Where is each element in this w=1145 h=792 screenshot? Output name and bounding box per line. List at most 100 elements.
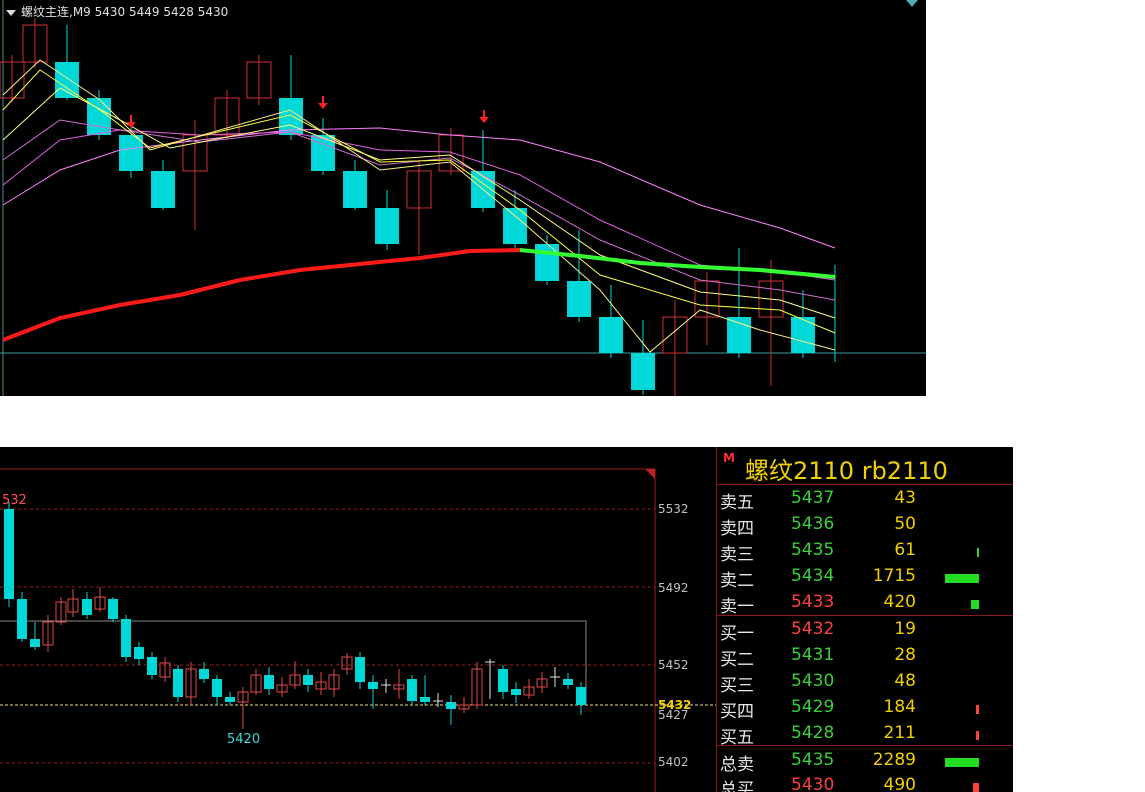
row-price: 5434 [791,566,835,586]
candle-body-down [343,171,367,208]
candle-body-down [303,675,313,685]
candle-body-down [631,353,655,390]
row-price: 5437 [791,488,835,508]
candle-body-down [17,599,27,639]
price-axis-label: 5492 [658,581,689,595]
intraday-chart[interactable]: 5532 5492 5452 5432 5427 5402 532 5420 [0,447,716,792]
candle-body-down [4,509,14,599]
candle-body-down [30,639,40,647]
candle-body-down [498,669,508,692]
instrument-title: 螺纹2110 rb2110 [745,457,948,485]
intraday-canvas[interactable]: 5532549254525432542754025325420 [0,447,716,792]
order-book-row-bids: 买一 5432 19 [717,617,1013,644]
chart-header-text: 螺纹主连,M9 5430 5449 5428 5430 [21,5,229,19]
sell-arrow-icon [479,117,489,123]
order-book-row-asks: 卖五 5437 43 [717,486,1013,513]
candle-body-down [151,171,175,208]
row-volume: 19 [894,619,916,639]
left-edge-price-label: 532 [2,493,27,508]
row-label: 买二 [720,650,754,670]
title-separator [717,484,1013,485]
row-price: 5430 [791,775,835,792]
row-price: 5429 [791,697,835,717]
volume-bar [976,731,979,740]
price-axis-label: 5452 [658,658,689,672]
candle-body-down [199,669,209,679]
kline-canvas[interactable] [0,0,926,396]
candle-body-down [212,679,222,697]
row-price: 5432 [791,619,835,639]
row-volume: 43 [894,488,916,508]
row-label: 总买 [720,780,754,792]
candle-body-down [82,599,92,615]
range-box [0,620,587,705]
candle-body-down [355,657,365,682]
corner-triangle-icon[interactable] [906,0,918,7]
corner-flag-icon [645,469,655,479]
candle-body-down [147,657,157,675]
bids-totals-separator [717,745,1013,746]
dropdown-triangle-icon[interactable] [6,9,16,16]
row-price: 5430 [791,671,835,691]
order-book-row-asks: 卖二 5434 1715 [717,564,1013,591]
candle-body-down [511,689,521,695]
price-axis-label: 5402 [658,755,689,769]
candle-body-down [264,675,274,689]
market-badge: M [723,451,735,465]
row-label: 买四 [720,702,754,722]
row-volume: 50 [894,514,916,534]
row-volume: 184 [883,697,916,717]
candle-body-down [446,702,456,709]
candle-body-down [535,244,559,281]
candle-body-down [173,669,183,697]
row-volume: 420 [883,592,916,612]
sell-arrow-icon [318,103,328,109]
volume-bar [971,600,979,609]
volume-bar [977,548,979,557]
row-label: 卖一 [720,597,754,617]
volume-bar [945,574,979,583]
row-price: 5428 [791,723,835,743]
long-ma-line [2,248,521,342]
order-book-row-totals: 总卖 5435 2289 [717,748,1013,775]
volume-bar [973,783,979,792]
row-volume: 1715 [872,566,916,586]
low-price-label: 5420 [227,732,260,747]
price-axis-label: 5532 [658,502,689,516]
row-label: 买三 [720,676,754,696]
order-book-row-bids: 买二 5431 28 [717,643,1013,670]
candle-body-down [225,697,235,702]
row-label: 总卖 [720,755,754,775]
order-book-row-asks: 卖一 5433 420 [717,590,1013,617]
order-book-row-totals: 总买 5430 490 [717,773,1013,792]
row-label: 卖三 [720,545,754,565]
candle-body-down [121,619,131,657]
chart-header: 螺纹主连,M9 5430 5449 5428 5430 [6,3,228,20]
candle-body-down [567,281,591,317]
order-book-panel: M 螺纹2110 rb2110 卖五 5437 43 卖四 5436 50 卖三 5435 61… [716,447,1013,792]
order-book-row-bids: 买四 5429 184 [717,695,1013,722]
order-book-row-asks: 卖三 5435 61 [717,538,1013,565]
candle-body-down [134,647,144,659]
main-kline-chart[interactable]: 螺纹主连,M9 5430 5449 5428 5430 [0,0,926,396]
candle-body-down [727,317,751,353]
candle-body-down [599,317,623,353]
row-price: 5431 [791,645,835,665]
candle-body-down [407,679,417,701]
candle-body-down [375,208,399,244]
row-volume: 2289 [872,750,916,770]
row-volume: 211 [883,723,916,743]
price-axis-label: 5427 [658,708,689,722]
candle-body-down [563,679,573,685]
row-volume: 48 [894,671,916,691]
order-book-row-bids: 买五 5428 211 [717,721,1013,748]
row-price: 5436 [791,514,835,534]
row-label: 卖二 [720,571,754,591]
row-label: 买一 [720,624,754,644]
candle-body-down [420,697,430,702]
candle-body-down [108,599,118,619]
long-ma-line-recent [519,248,836,279]
row-label: 卖四 [720,519,754,539]
candle-body-down [791,317,815,353]
candle-body-down [576,687,586,705]
